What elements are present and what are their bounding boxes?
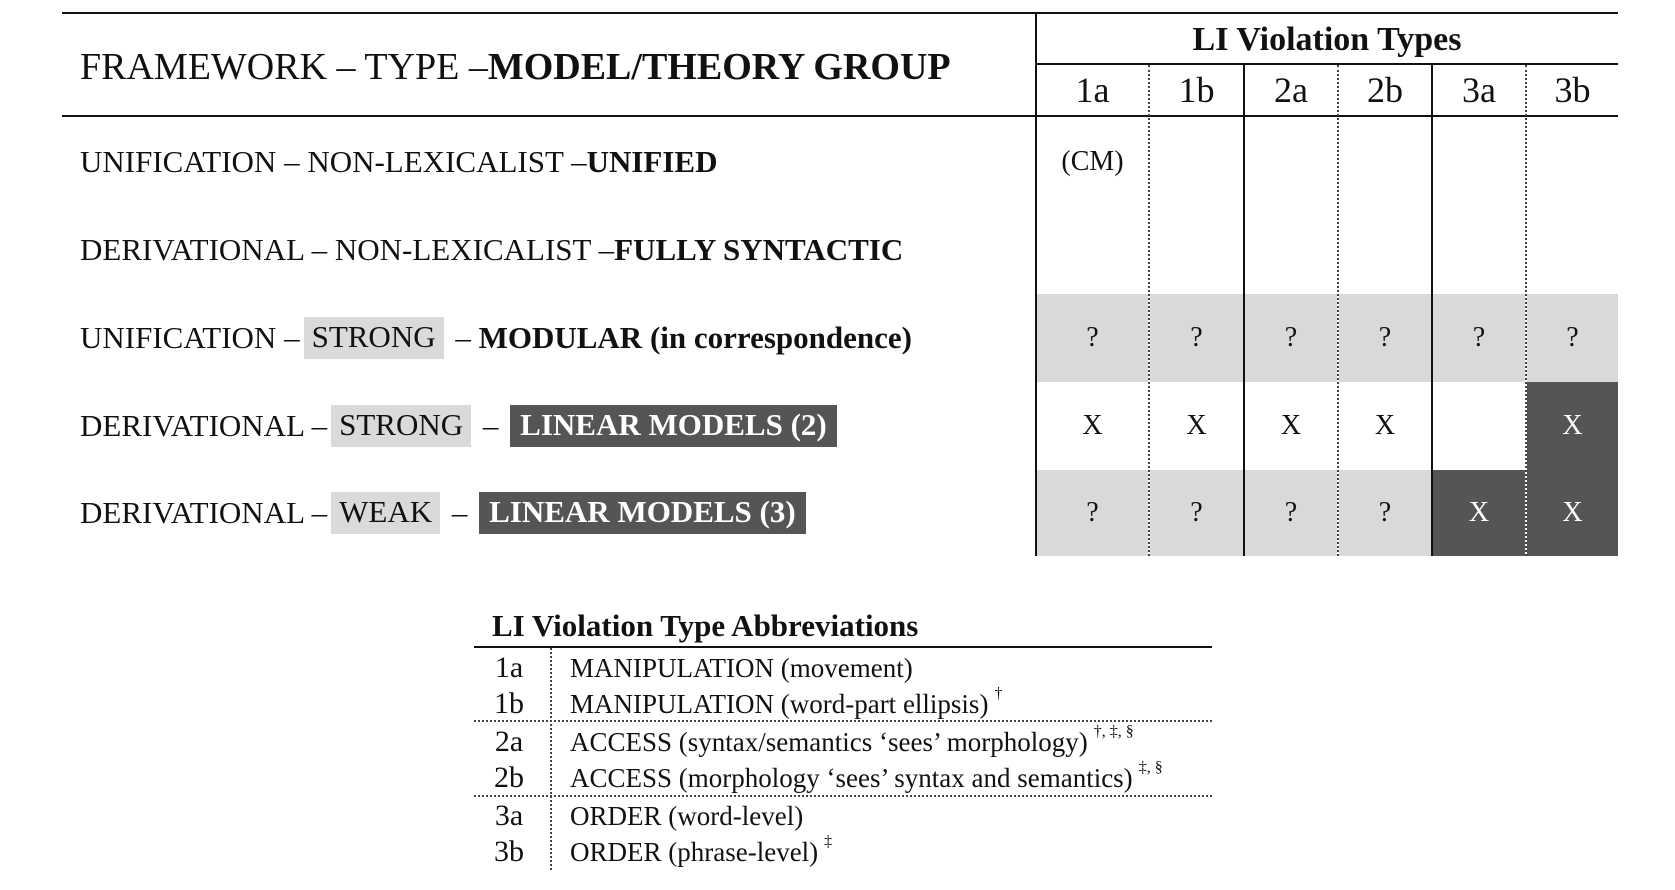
footnote-marks: ‡ <box>824 833 833 850</box>
cell-linear3-1b: ? <box>1150 470 1243 556</box>
framework-text: – <box>444 495 476 530</box>
abbreviation-desc-2b: ACCESS (morphology ‘sees’ syntax and sem… <box>570 759 1163 793</box>
cell-modular-1b: ? <box>1150 294 1243 382</box>
header-plain-text: FRAMEWORK – TYPE – <box>80 46 488 88</box>
cell-modular-3b: ? <box>1527 294 1618 382</box>
row-label-linear-3: DERIVATIONAL – WEAK – LINEAR MODELS (3) <box>80 469 806 557</box>
cell-modular-3a: ? <box>1433 294 1525 382</box>
framework-text: DERIVATIONAL – <box>80 495 328 530</box>
framework-text: DERIVATIONAL – <box>80 408 328 443</box>
abbreviation-desc-3b: ORDER (phrase-level) ‡ <box>570 833 833 867</box>
abbreviations-title: LI Violation Type Abbreviations <box>492 608 919 643</box>
cell-linear3-3a: X <box>1433 470 1525 556</box>
type-tag-strong: STRONG <box>303 317 444 359</box>
row-label-linear-2: DERIVATIONAL – STRONG – LINEAR MODELS (2… <box>80 382 837 470</box>
column-header-3b: 3b <box>1554 70 1591 110</box>
cell-linear2-1a: X <box>1082 410 1103 441</box>
type-tag-strong: STRONG <box>331 405 472 447</box>
framework-text: – <box>475 408 507 443</box>
cell-modular-2a: ? <box>1245 294 1337 382</box>
violation-title-rule <box>1036 63 1618 65</box>
abbreviation-code-3b: 3b <box>494 835 524 868</box>
row-label-unified: UNIFICATION – NON-LEXICALIST – UNIFIED <box>80 118 718 206</box>
cell-linear3-2a: ? <box>1245 470 1337 556</box>
abbreviation-desc-1b: MANIPULATION (word-part ellipsis) † <box>570 685 1003 719</box>
column-header-2b: 2b <box>1367 70 1403 110</box>
cell-modular-1a: ? <box>1037 294 1148 382</box>
abbreviation-desc-2a: ACCESS (syntax/semantics ‘sees’ morpholo… <box>570 723 1134 757</box>
abbreviation-desc-1a: MANIPULATION (movement) <box>570 653 913 683</box>
cell-linear2-1b: X <box>1186 410 1207 441</box>
cell-modular-2b: ? <box>1339 294 1431 382</box>
table-top-rule <box>62 12 1618 14</box>
framework-text: UNIFICATION – <box>80 320 300 355</box>
violation-types-title: LI Violation Types <box>1192 21 1462 58</box>
footnote-marks: ‡, § <box>1138 759 1163 776</box>
header-bottom-rule <box>62 115 1618 117</box>
column-header-2a: 2a <box>1274 70 1308 110</box>
abbreviation-code-2a: 2a <box>494 725 524 758</box>
group-text: FULLY SYNTACTIC <box>614 232 904 267</box>
row-label-modular: UNIFICATION – STRONG – MODULAR (in corre… <box>80 294 912 382</box>
abbreviation-code-1b: 1b <box>494 687 524 720</box>
cell-linear3-3b: X <box>1527 470 1618 556</box>
framework-text: – <box>447 320 479 355</box>
abbreviations-title-rule <box>474 646 1212 648</box>
header-bold-text: MODEL/THEORY GROUP <box>487 46 951 88</box>
abbreviation-desc-3a: ORDER (word-level) <box>570 801 804 831</box>
cell-unified-1a: (CM) <box>1061 146 1124 177</box>
group-text: MODULAR (in correspondence) <box>478 320 912 355</box>
abbreviation-code-1a: 1a <box>494 651 524 684</box>
cell-linear3-2b: ? <box>1339 470 1431 556</box>
type-tag-weak: WEAK <box>331 492 441 534</box>
cell-linear2-2b: X <box>1374 410 1396 441</box>
footnote-marks: †, ‡, § <box>1093 723 1134 740</box>
row-label-fully-syntactic: DERIVATIONAL – NON-LEXICALIST – FULLY SY… <box>80 206 903 294</box>
column-header-3a: 3a <box>1462 70 1496 110</box>
framework-text: UNIFICATION – NON-LEXICALIST – <box>80 144 587 179</box>
group-tag-linear-3: LINEAR MODELS (3) <box>479 492 806 534</box>
cell-linear2-2a: X <box>1280 410 1302 441</box>
group-tag-linear-2: LINEAR MODELS (2) <box>510 405 837 447</box>
framework-text: DERIVATIONAL – NON-LEXICALIST – <box>80 232 615 267</box>
abbreviation-code-3a: 3a <box>494 799 524 832</box>
column-header-1a: 1a <box>1075 70 1110 110</box>
footnote-marks: † <box>994 685 1003 702</box>
cell-linear2-3b: X <box>1527 382 1618 470</box>
abbreviations-divider <box>550 648 552 870</box>
header-framework-title: FRAMEWORK – TYPE – MODEL/THEORY GROUP <box>80 42 951 92</box>
abbreviation-code-2b: 2b <box>494 761 524 794</box>
cell-linear3-1a: ? <box>1037 470 1148 556</box>
group-text: UNIFIED <box>586 144 718 179</box>
column-header-1b: 1b <box>1178 70 1215 110</box>
